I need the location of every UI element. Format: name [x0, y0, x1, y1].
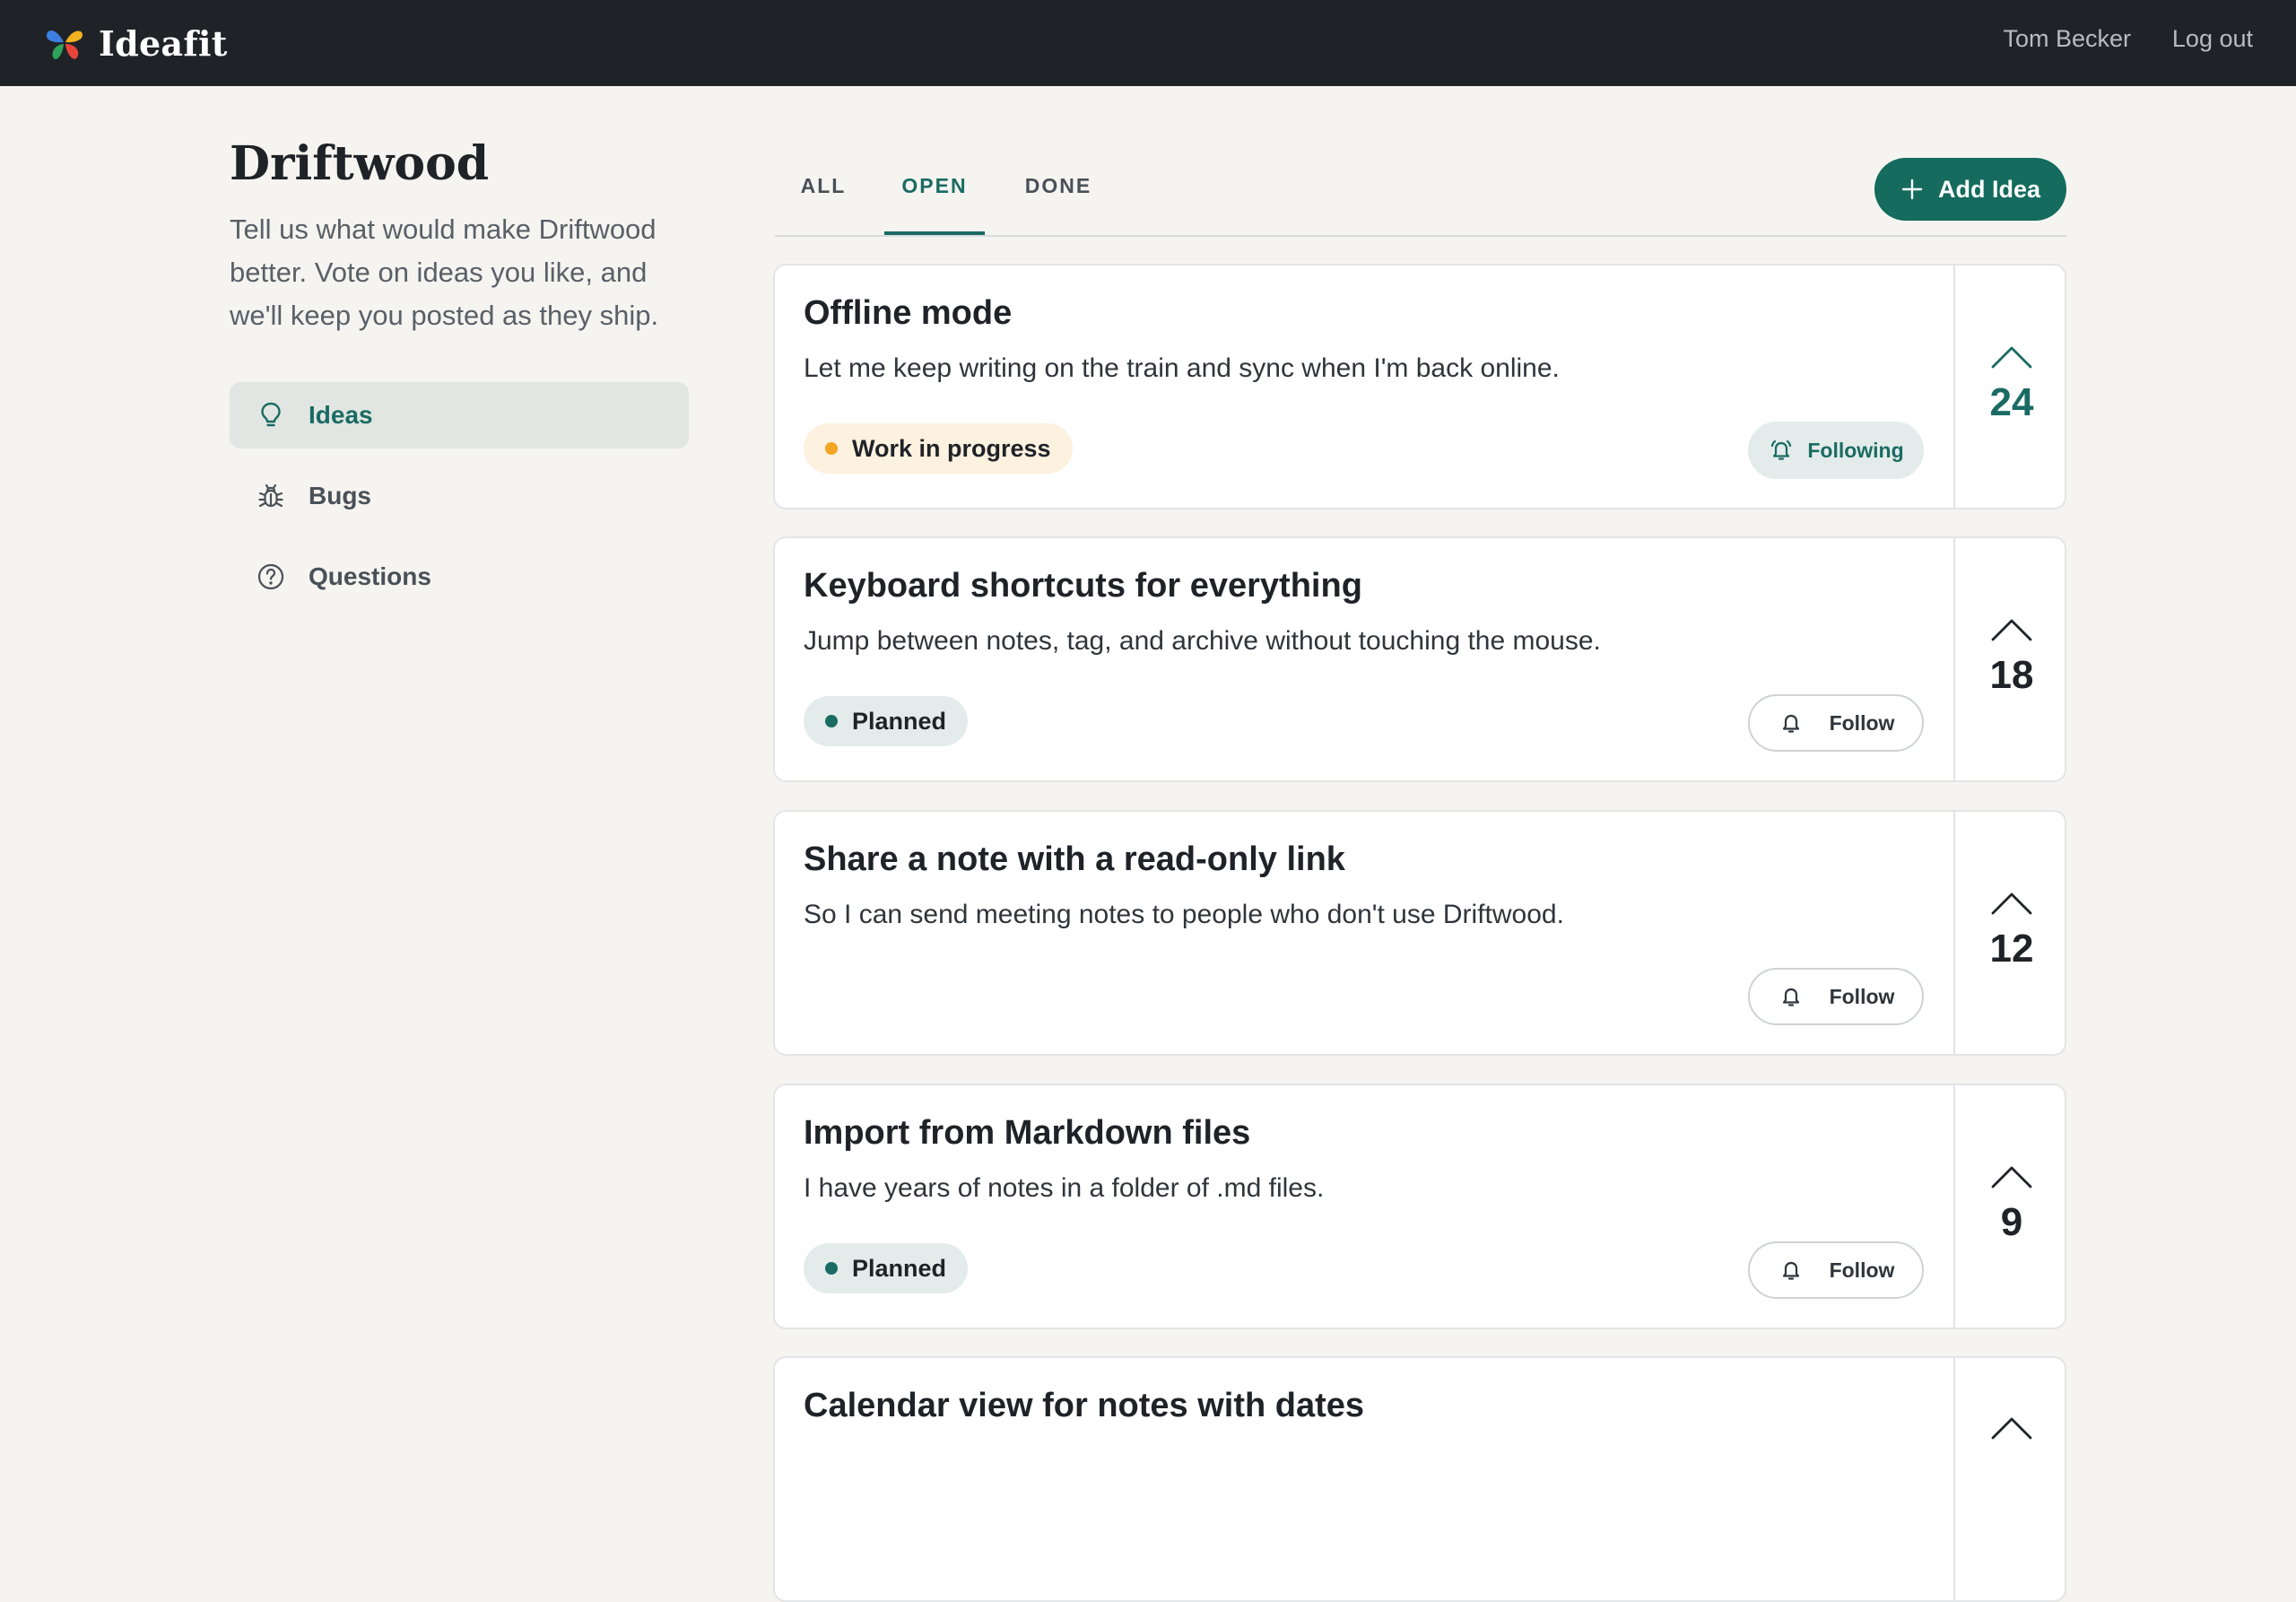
vote-count: 24 [1989, 380, 2034, 424]
following-button[interactable]: Following [1748, 422, 1924, 479]
upvote-button[interactable] [1953, 1358, 2065, 1600]
vote-count: 18 [1989, 653, 2034, 697]
status-badge: Work in progress [804, 423, 1073, 474]
idea-card[interactable]: Import from Markdown files I have years … [773, 1084, 2066, 1329]
idea-description: So I can send meeting notes to people wh… [804, 900, 1564, 929]
bell-icon [1778, 710, 1805, 736]
idea-title[interactable]: Import from Markdown files [804, 1114, 1250, 1153]
tab-open[interactable]: OPEN [884, 174, 985, 235]
idea-card-body[interactable]: Calendar view for notes with dates [775, 1358, 1953, 1600]
follow-label: Follow [1829, 710, 1895, 735]
idea-card-body[interactable]: Keyboard shortcuts for everything Jump b… [775, 538, 1953, 780]
logout-link[interactable]: Log out [2172, 25, 2253, 53]
sidebar-item-bugs[interactable]: Bugs [230, 463, 689, 529]
brand-link[interactable]: Ideafit [45, 18, 228, 68]
board-title: Driftwood [230, 136, 490, 191]
vote-count: 12 [1989, 927, 2034, 971]
status-badge: Planned [804, 1243, 969, 1293]
upvote-button[interactable]: 12 [1953, 812, 2065, 1054]
idea-card[interactable]: Calendar view for notes with dates [773, 1356, 2066, 1602]
chevron-up-icon [1991, 1417, 2032, 1440]
upvote-button[interactable]: 18 [1953, 538, 2065, 780]
add-idea-button[interactable]: Add Idea [1874, 158, 2066, 221]
idea-card-body[interactable]: Import from Markdown files I have years … [775, 1085, 1953, 1328]
user-name-link[interactable]: Tom Becker [2003, 25, 2131, 53]
bell-icon [1778, 1257, 1805, 1284]
lightbulb-icon [257, 401, 285, 430]
add-idea-label: Add Idea [1937, 175, 2040, 203]
idea-description: Jump between notes, tag, and archive wit… [804, 626, 1601, 656]
question-circle-icon [257, 562, 285, 591]
app-name: Ideafit [99, 22, 228, 64]
idea-description: I have years of notes in a folder of .md… [804, 1173, 1325, 1203]
chevron-up-icon [1991, 1166, 2032, 1188]
follow-button[interactable]: Follow [1748, 694, 1924, 752]
chevron-up-icon [1991, 619, 2032, 641]
sidebar-item-label: Bugs [309, 482, 371, 509]
bug-icon [257, 482, 285, 510]
idea-description: Let me keep writing on the train and syn… [804, 353, 1560, 383]
status-tabs: ALL OPEN DONE [775, 144, 2066, 237]
follow-label: Following [1807, 438, 1904, 462]
status-dot-icon [825, 1262, 838, 1275]
status-label: Work in progress [852, 434, 1051, 462]
idea-card[interactable]: Share a note with a read-only link So I … [773, 810, 2066, 1056]
chevron-up-icon [1991, 892, 2032, 915]
follow-button[interactable]: Follow [1748, 1241, 1924, 1299]
tab-done[interactable]: DONE [1022, 174, 1094, 235]
status-dot-icon [825, 442, 838, 455]
upvote-button[interactable]: 9 [1953, 1085, 2065, 1328]
follow-button[interactable]: Follow [1748, 968, 1924, 1025]
status-badge: Planned [804, 696, 969, 746]
idea-card-body[interactable]: Offline mode Let me keep writing on the … [775, 266, 1953, 508]
board-description: Tell us what would make Driftwood better… [230, 213, 659, 331]
plus-icon [1901, 178, 1923, 200]
idea-title[interactable]: Keyboard shortcuts for everything [804, 567, 1362, 605]
idea-card[interactable]: Offline mode Let me keep writing on the … [773, 264, 2066, 509]
status-dot-icon [825, 715, 838, 727]
vote-count: 9 [2000, 1200, 2023, 1244]
ideafit-logo-icon [47, 30, 83, 59]
bell-icon [1778, 983, 1805, 1010]
sidebar-item-ideas[interactable]: Ideas [230, 382, 689, 448]
bell-ringing-icon [1768, 437, 1795, 464]
sidebar-item-questions[interactable]: Questions [230, 544, 689, 610]
idea-title[interactable]: Offline mode [804, 294, 1012, 333]
follow-label: Follow [1829, 984, 1895, 1008]
tab-all[interactable]: ALL [795, 174, 852, 235]
sidebar-item-label: Questions [309, 562, 431, 590]
idea-title[interactable]: Share a note with a read-only link [804, 840, 1345, 879]
status-label: Planned [852, 1254, 947, 1282]
sidebar-nav: Ideas Bugs Questions [230, 382, 689, 624]
sidebar-item-label: Ideas [309, 401, 373, 429]
idea-title[interactable]: Calendar view for notes with dates [804, 1387, 1364, 1425]
chevron-up-icon [1991, 346, 2032, 369]
status-label: Planned [852, 707, 947, 735]
idea-card-body[interactable]: Share a note with a read-only link So I … [775, 812, 1953, 1054]
follow-label: Follow [1829, 1258, 1895, 1282]
top-navigation-bar: Ideafit Tom Becker Log out [0, 0, 2296, 86]
upvote-button[interactable]: 24 [1953, 266, 2065, 508]
idea-card[interactable]: Keyboard shortcuts for everything Jump b… [773, 536, 2066, 782]
